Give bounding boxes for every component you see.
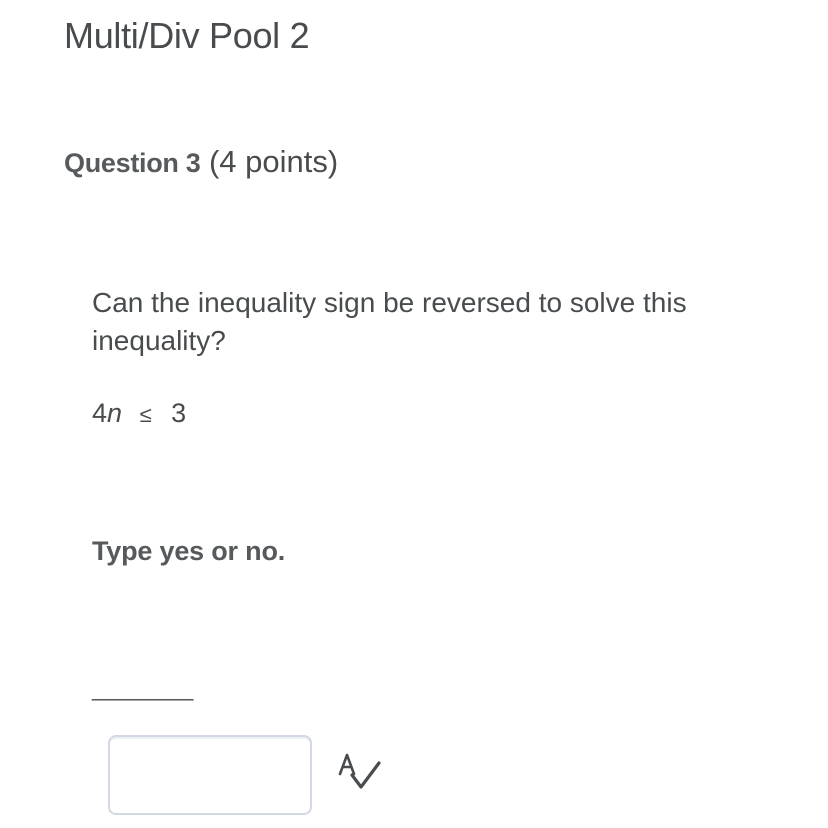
question-header: Question 3 (4 points) [64, 142, 338, 188]
answer-input[interactable] [108, 735, 312, 815]
question-body: Can the inequality sign be reversed to s… [92, 284, 782, 428]
question-number: Question 3 [64, 148, 201, 178]
equation-operator: ≤ [139, 402, 152, 427]
answer-instruction: Type yes or no. [92, 536, 286, 566]
pool-title: Multi/Div Pool 2 [64, 15, 310, 56]
answer-blank-line: ________ [92, 676, 194, 701]
question-points: (4 points) [208, 144, 339, 179]
equation-coefficient: 4 [92, 398, 108, 428]
spellcheck-icon[interactable] [336, 752, 382, 794]
spellcheck-icon-graphic [338, 753, 381, 789]
question-prompt: Can the inequality sign be reversed to s… [92, 287, 687, 356]
inequality-expression: 4n ≤ 3 [92, 396, 186, 432]
equation-rhs: 3 [171, 398, 187, 428]
quiz-page: Multi/Div Pool 2 Question 3 (4 points) C… [0, 0, 828, 828]
equation-variable: n [107, 398, 123, 428]
